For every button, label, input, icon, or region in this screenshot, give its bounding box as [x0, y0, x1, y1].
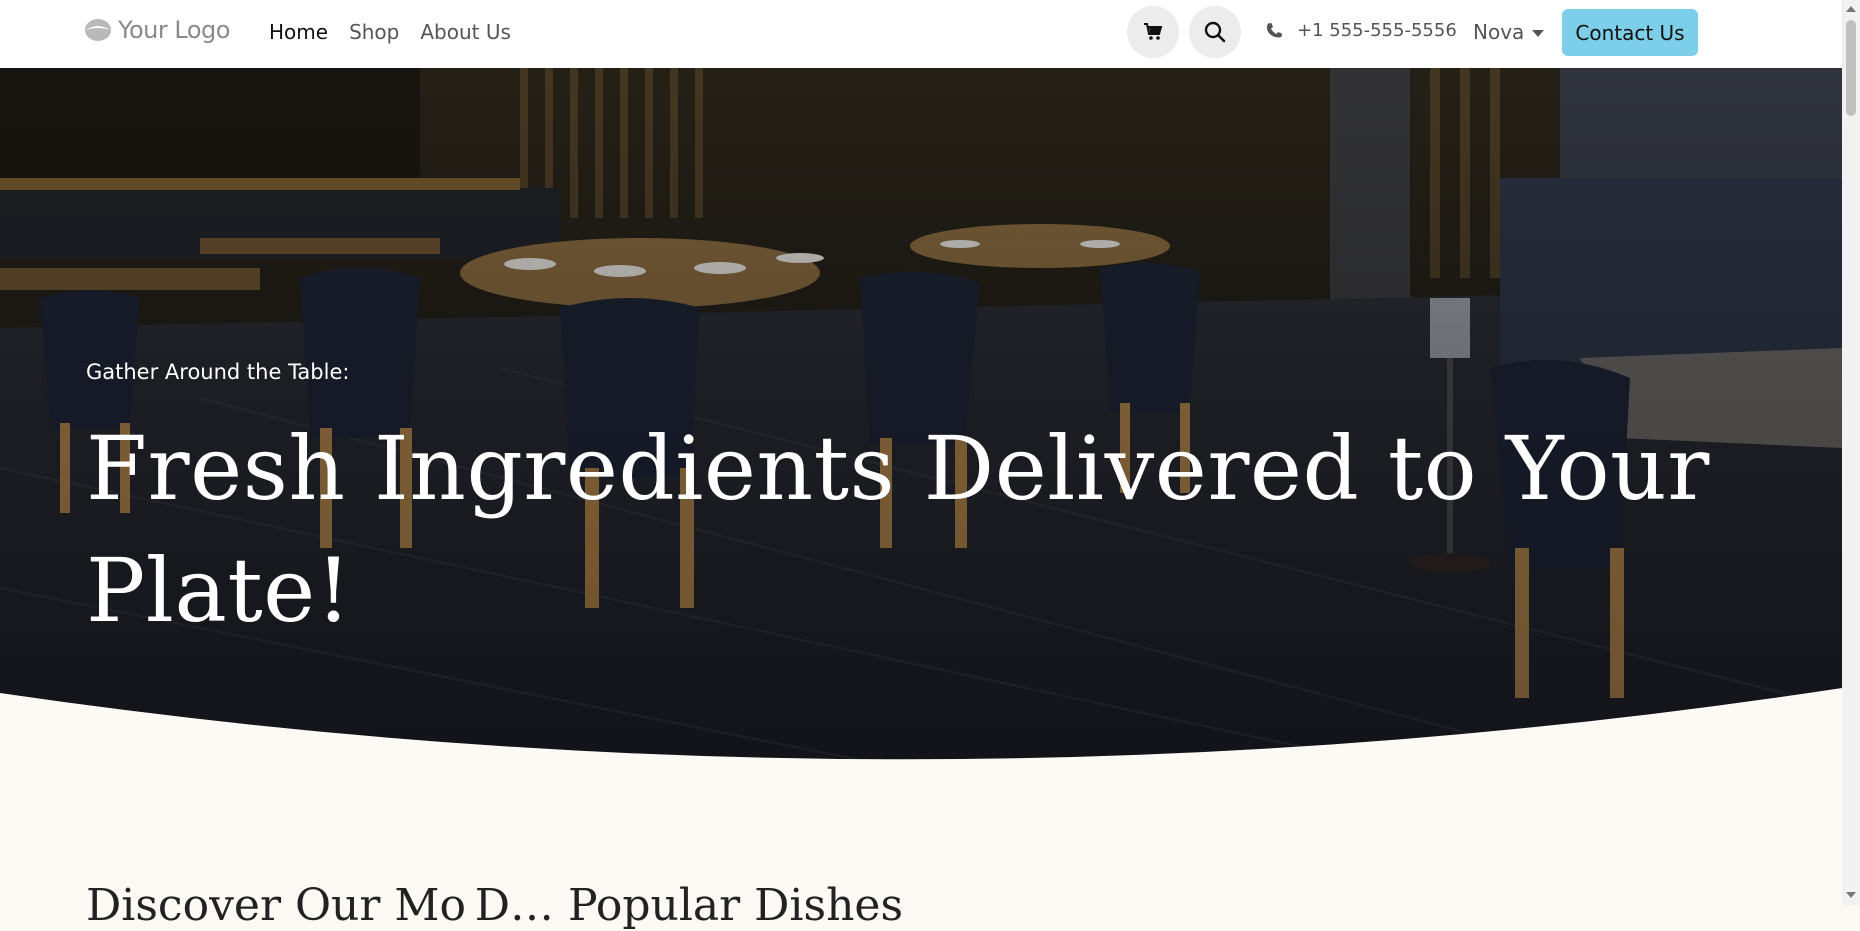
main-nav: Home Shop About Us [269, 20, 511, 44]
nav-item-about-us[interactable]: About Us [420, 20, 511, 44]
page-scrollbar[interactable] [1842, 0, 1860, 905]
scrollbar-thumb[interactable] [1846, 20, 1856, 116]
nav-item-home[interactable]: Home [269, 20, 328, 44]
hero-title: Fresh Ingredients Delivered to Your Plat… [86, 417, 1710, 642]
scroll-down-icon[interactable] [1846, 892, 1856, 898]
search-button[interactable] [1189, 6, 1241, 58]
site-header: Your Logo Home Shop About Us +1 555-555-… [0, 0, 1842, 68]
chevron-down-icon [1532, 29, 1545, 37]
section-heading: Discover Our Mo D… Popular Dishes [86, 880, 904, 931]
hero-section: Gather Around the Table: Fresh Ingredien… [0, 68, 1842, 768]
nav-item-shop[interactable]: Shop [349, 20, 399, 44]
logo-text: Your Logo [118, 16, 230, 44]
logo-icon [85, 19, 111, 41]
user-menu[interactable]: Nova [1473, 20, 1545, 44]
scroll-up-icon[interactable] [1846, 6, 1856, 12]
cart-icon [1144, 23, 1163, 40]
phone-number: +1 555-555-5556 [1297, 20, 1457, 41]
user-name: Nova [1473, 20, 1525, 44]
search-icon [1204, 21, 1226, 43]
phone-link[interactable]: +1 555-555-5556 [1265, 20, 1457, 41]
phone-icon [1266, 22, 1282, 37]
cart-button[interactable] [1127, 6, 1179, 58]
logo[interactable]: Your Logo [84, 16, 230, 44]
hero-subtitle: Gather Around the Table: [86, 360, 350, 384]
contact-us-button[interactable]: Contact Us [1562, 9, 1698, 56]
